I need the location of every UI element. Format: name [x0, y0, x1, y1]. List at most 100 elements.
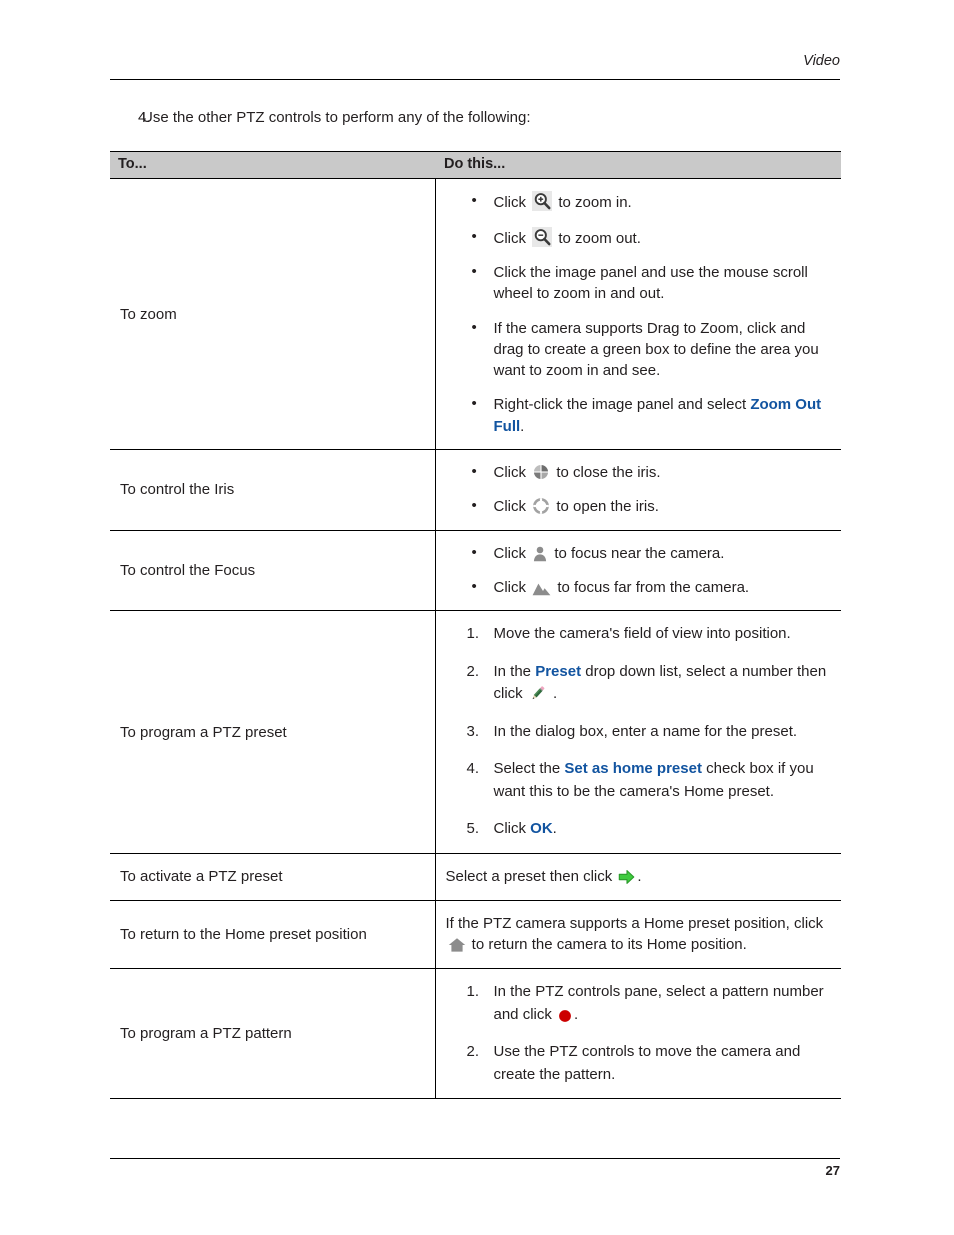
- page-footer: 27: [110, 1163, 840, 1178]
- bullet-list: Click to focus near the camera.Click to …: [446, 542, 834, 599]
- footer-divider: [110, 1158, 840, 1159]
- row-label-cell: To program a PTZ preset: [110, 610, 435, 854]
- row-label: To control the Focus: [120, 561, 256, 579]
- text-run: to open the iris.: [552, 498, 659, 516]
- text-run: If the PTZ camera supports a Home preset…: [445, 914, 824, 932]
- table-row: To return to the Home preset position If …: [110, 900, 841, 969]
- bullet-list: Click to zoom in.Click to zoom out.Click…: [446, 190, 834, 437]
- zoom-out-icon: [532, 226, 553, 247]
- green-arrow-icon: [618, 869, 635, 885]
- row-label: To zoom: [120, 305, 177, 323]
- row-instructions-cell: Select a preset then click .: [434, 853, 841, 901]
- focus-far-icon: [532, 581, 551, 596]
- text-run: Click: [493, 578, 531, 596]
- text-run: Right-click the image panel and select: [493, 396, 751, 414]
- list-item: Move the camera's field of view into pos…: [446, 623, 834, 646]
- page-number: 27: [825, 1163, 840, 1178]
- list-item: Click to zoom in.: [446, 190, 834, 213]
- list-item: Click to open the iris.: [446, 495, 834, 517]
- row-label-cell: To zoom: [110, 178, 435, 451]
- row-instructions-cell: If the PTZ camera supports a Home preset…: [434, 900, 841, 969]
- intro-step: 4. Use the other PTZ controls to perform…: [110, 108, 840, 128]
- ui-reference-label: Preset: [535, 662, 582, 680]
- text-run: Click the image panel and use the mouse …: [493, 263, 808, 303]
- table-row: To program a PTZ preset Move the camera's…: [110, 610, 841, 854]
- table-header-row: To... Do this...: [110, 150, 841, 180]
- list-item: In the Preset drop down list, select a n…: [446, 661, 834, 706]
- running-header: Video: [110, 52, 840, 70]
- list-item: Click to close the iris.: [446, 461, 834, 483]
- row-label: To control the Iris: [120, 481, 235, 499]
- text-run: to return the camera to its Home positio…: [467, 936, 747, 954]
- list-item: Use the PTZ controls to move the camera …: [446, 1041, 834, 1086]
- table-row: To zoom Click to zoom in. Click to zoom ou…: [110, 178, 841, 451]
- intro-step-text: Use the other PTZ controls to perform an…: [142, 109, 531, 126]
- row-label: To return to the Home preset position: [120, 925, 367, 943]
- text-run: Select the: [493, 760, 565, 778]
- text-run: .: [520, 417, 525, 435]
- text-run: Use the PTZ controls to move the camera …: [493, 1043, 801, 1083]
- text-run: Click: [493, 464, 531, 482]
- text-run: In the PTZ controls pane, select a patte…: [493, 983, 824, 1023]
- text-run: to close the iris.: [552, 464, 661, 482]
- text-run: .: [552, 820, 557, 838]
- text-run: In the dialog box, enter a name for the …: [493, 722, 798, 740]
- row-label: To program a PTZ preset: [120, 723, 287, 741]
- table-row: To control the Iris Click to close the ir…: [110, 449, 841, 531]
- text-run: Click: [493, 498, 531, 516]
- instruction-paragraph: If the PTZ camera supports a Home preset…: [446, 913, 834, 957]
- text-run: .: [574, 1005, 579, 1023]
- row-instructions-cell: In the PTZ controls pane, select a patte…: [434, 968, 841, 1099]
- table-row: To program a PTZ pattern In the PTZ contr…: [110, 968, 841, 1099]
- table-row: To activate a PTZ preset Select a preset …: [110, 853, 841, 901]
- list-item: Click OK.: [446, 818, 834, 841]
- ui-reference-label: Set as home preset: [564, 760, 702, 778]
- list-item: In the PTZ controls pane, select a patte…: [446, 981, 834, 1026]
- text-run: to focus far from the camera.: [553, 578, 750, 596]
- table-row: To control the Focus Click to focus near …: [110, 530, 841, 612]
- row-label-cell: To activate a PTZ preset: [110, 853, 435, 901]
- list-item: Click to focus far from the camera.: [446, 576, 834, 598]
- column-header-to: To...: [110, 150, 435, 180]
- table-body: To zoom Click to zoom in. Click to zoom ou…: [110, 178, 841, 1099]
- bullet-list: Click to close the iris.Click to open th…: [446, 461, 834, 518]
- row-label: To activate a PTZ preset: [120, 868, 283, 886]
- text-run: Move the camera's field of view into pos…: [493, 625, 791, 643]
- row-instructions-cell: Move the camera's field of view into pos…: [434, 610, 841, 854]
- instruction-paragraph: Select a preset then click .: [446, 866, 834, 888]
- column-header-do-this: Do this...: [435, 150, 841, 180]
- text-run: Click: [493, 820, 531, 838]
- numbered-list: Move the camera's field of view into pos…: [446, 623, 834, 841]
- header-divider: [110, 79, 840, 80]
- focus-near-icon: [532, 545, 548, 562]
- text-run: Click: [493, 229, 531, 247]
- row-instructions-cell: Click to focus near the camera.Click to …: [434, 530, 841, 612]
- home-icon: [448, 937, 466, 953]
- row-label-cell: To control the Iris: [110, 449, 435, 531]
- text-run: In the: [493, 662, 536, 680]
- iris-close-icon: [532, 463, 550, 481]
- document-page: Video 4. Use the other PTZ controls to p…: [0, 0, 954, 1235]
- text-run: to zoom in.: [554, 194, 632, 212]
- numbered-list: In the PTZ controls pane, select a patte…: [446, 981, 834, 1086]
- row-instructions-cell: Click to close the iris.Click to open th…: [434, 449, 841, 531]
- text-run: Click: [493, 544, 531, 562]
- list-item: Select the Set as home preset check box …: [446, 758, 834, 803]
- zoom-in-icon: [532, 191, 553, 212]
- list-item: In the dialog box, enter a name for the …: [446, 721, 834, 744]
- row-label-cell: To control the Focus: [110, 530, 435, 612]
- text-run: .: [637, 867, 642, 885]
- row-instructions-cell: Click to zoom in.Click to zoom out.Click…: [434, 178, 841, 451]
- text-run: Click: [493, 194, 531, 212]
- paragraph: If the PTZ camera supports a Home preset…: [446, 913, 834, 957]
- intro-step-number: 4.: [138, 109, 151, 126]
- list-item: Right-click the image panel and select Z…: [446, 393, 834, 437]
- paragraph: Select a preset then click .: [446, 866, 834, 888]
- header-title: Video: [803, 53, 840, 69]
- list-item: If the camera supports Drag to Zoom, cli…: [446, 317, 834, 382]
- ui-reference-label: OK: [530, 820, 553, 838]
- iris-open-icon: [532, 497, 550, 515]
- text-run: If the camera supports Drag to Zoom, cli…: [493, 319, 819, 380]
- record-icon: [558, 1009, 572, 1023]
- list-item: Click to zoom out.: [446, 226, 834, 249]
